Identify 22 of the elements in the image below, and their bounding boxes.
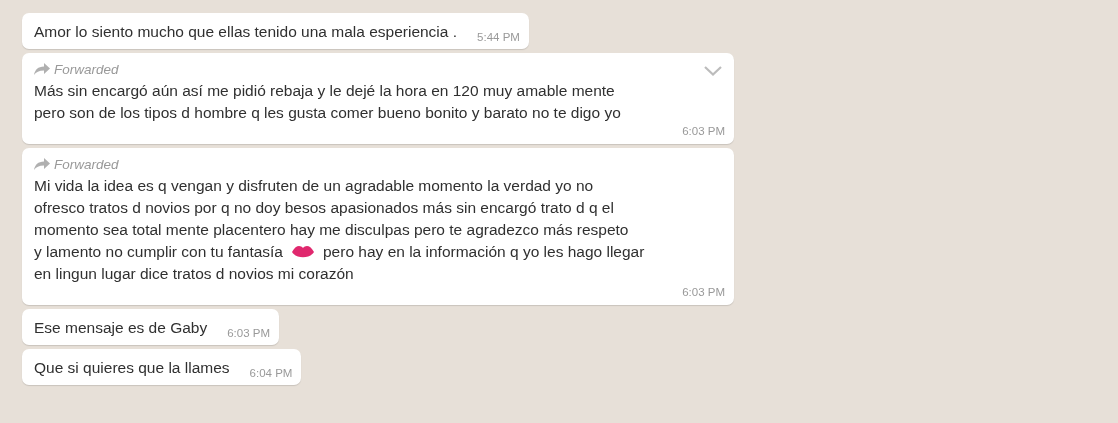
message-text: momento sea total mente placentero hay me disculpas pero te agradezco más respeto: [34, 220, 629, 240]
message-time: 6:03 PM: [682, 285, 725, 299]
message-text: Amor lo siento mucho que ellas tenido una mala esperiencia .: [34, 22, 458, 42]
message-text: Más sin encargó aún así me pidió rebaja y le dejé la hora en 120 muy amable mente: [34, 81, 615, 101]
message-text: Que si quieres que la llames: [34, 358, 230, 378]
forwarded-label: Forwarded: [54, 156, 119, 172]
message-time: 6:03 PM: [227, 326, 270, 340]
message-text: ofresco tratos d novios por q no doy besos apasionados más sin encargó trato d q el: [34, 198, 614, 218]
lips-icon: [291, 244, 315, 260]
forward-arrow-icon: [34, 63, 50, 75]
message-text: y lamento no cumplir con tu fantasía: [34, 242, 283, 262]
chevron-down-icon[interactable]: [704, 66, 722, 76]
message-text: Mi vida la idea es q vengan y disfruten de un agradable momento la verdad yo no: [34, 176, 594, 196]
message-time: 6:03 PM: [682, 124, 725, 138]
message-text: pero son de los tipos d hombre q les gusta comer bueno bonito y barato no te digo yo: [34, 103, 621, 123]
forwarded-label: Forwarded: [54, 61, 119, 77]
message-time: 5:44 PM: [477, 30, 520, 44]
message-text: pero hay en la información q yo les hago llegar: [323, 242, 645, 262]
message-time: 6:04 PM: [249, 366, 293, 380]
forward-arrow-icon: [34, 158, 50, 170]
message-text: Ese mensaje es de Gaby: [34, 318, 208, 338]
message-text: en lingun lugar dice tratos d novios mi corazón: [34, 264, 354, 284]
